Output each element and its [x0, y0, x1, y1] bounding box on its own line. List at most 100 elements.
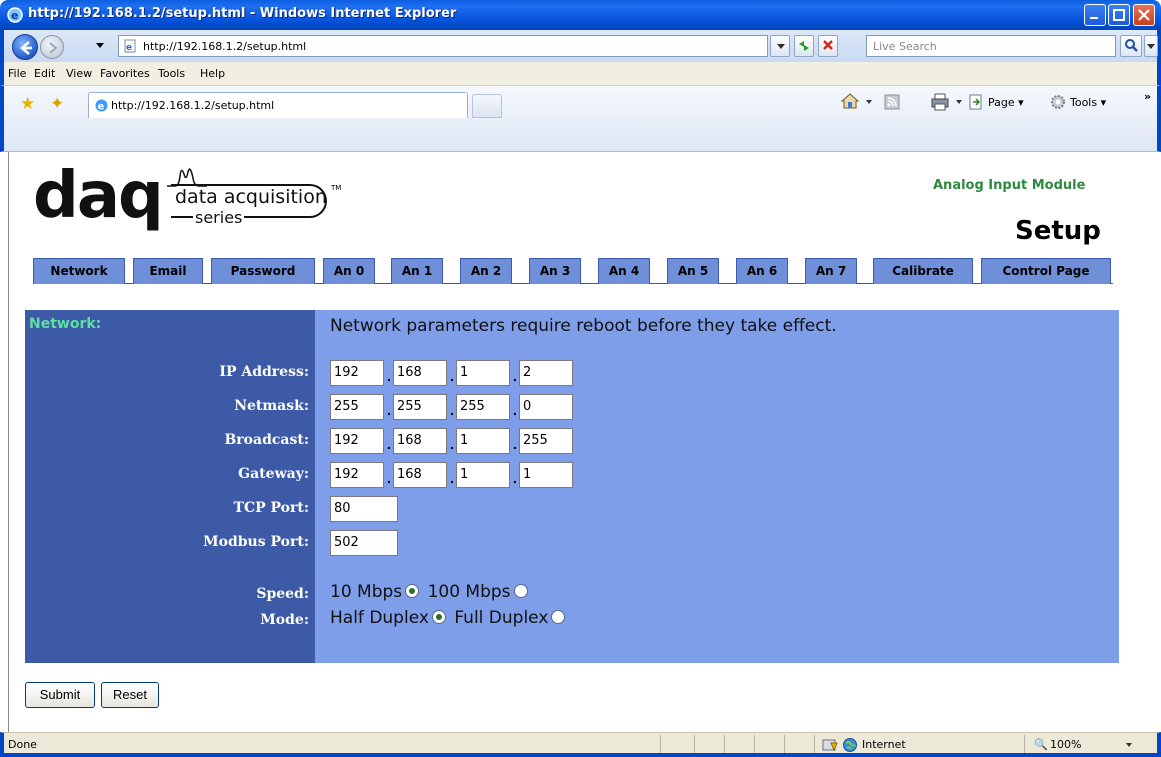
ie-icon: e	[7, 7, 23, 23]
speed-10-radio[interactable]	[405, 583, 420, 598]
netmask-octet-1[interactable]: 255	[330, 394, 384, 420]
url-dropdown-button[interactable]	[770, 35, 790, 57]
gateway-octet-2[interactable]: 168	[393, 462, 447, 488]
zoom-dropdown-icon[interactable]	[1126, 743, 1132, 747]
tab-an7[interactable]: An 7	[805, 258, 857, 284]
menu-help[interactable]: Help	[200, 67, 225, 80]
status-divider	[694, 735, 695, 753]
page-title: Setup	[1015, 216, 1101, 246]
tools-menu-button[interactable]: Tools ▾	[1070, 96, 1106, 109]
broadcast-octet-1[interactable]: 192	[330, 428, 384, 454]
browser-tab[interactable]: e http://192.168.1.2/setup.html	[88, 92, 468, 118]
add-favorite-icon[interactable]: ✦	[50, 94, 64, 114]
netmask-octet-3[interactable]: 255	[456, 394, 510, 420]
tab-network[interactable]: Network	[33, 258, 125, 284]
submit-button[interactable]: Submit	[25, 682, 95, 708]
ip-octet-1[interactable]: 192	[330, 360, 384, 386]
back-button[interactable]	[12, 34, 38, 60]
feeds-icon[interactable]	[884, 94, 900, 110]
ip-dot: .	[387, 368, 391, 384]
gateway-octet-1[interactable]: 192	[330, 462, 384, 488]
favorites-star-icon[interactable]: ★	[20, 94, 35, 114]
ip-octet-2[interactable]: 168	[393, 360, 447, 386]
broadcast-label: Broadcast:	[224, 432, 309, 448]
url-input[interactable]: e http://192.168.1.2/setup.html	[118, 35, 768, 57]
network-form-panel: Network: Network parameters require rebo…	[25, 310, 1119, 663]
tab-an4[interactable]: An 4	[598, 258, 650, 284]
zoom-level[interactable]: 100%	[1050, 738, 1081, 751]
gateway-label: Gateway:	[238, 466, 309, 482]
maximize-button[interactable]	[1108, 4, 1130, 26]
gateway-octet-4[interactable]: 1	[519, 462, 573, 488]
broadcast-octet-3[interactable]: 1	[456, 428, 510, 454]
tab-an1[interactable]: An 1	[391, 258, 443, 284]
back-arrow-icon	[20, 41, 32, 55]
broadcast-dot: .	[450, 436, 454, 452]
tab-password[interactable]: Password	[211, 258, 315, 284]
netmask-octet-2[interactable]: 255	[393, 394, 447, 420]
tab-control-page[interactable]: Control Page	[981, 258, 1111, 284]
search-input[interactable]: Live Search	[866, 35, 1116, 57]
tab-an2[interactable]: An 2	[460, 258, 512, 284]
section-title: Network:	[29, 316, 102, 332]
module-name: Analog Input Module	[933, 178, 1086, 193]
chevron-more-icon[interactable]: »	[1144, 90, 1151, 103]
page-menu-button[interactable]: Page ▾	[988, 96, 1024, 109]
search-icon	[1125, 39, 1138, 52]
window-title: http://192.168.1.2/setup.html - Windows …	[28, 6, 457, 21]
modbus-port-input[interactable]: 502	[330, 530, 398, 556]
netmask-octet-4[interactable]: 0	[519, 394, 573, 420]
stop-button[interactable]	[818, 35, 838, 57]
menu-view[interactable]: View	[66, 67, 92, 80]
nav-tabs: Network Email Password An 0 An 1 An 2 An…	[33, 258, 1113, 284]
netmask-label: Netmask:	[234, 398, 309, 414]
status-divider	[724, 735, 725, 753]
reset-button[interactable]: Reset	[101, 682, 159, 708]
search-placeholder: Live Search	[873, 40, 937, 53]
forward-arrow-icon	[49, 42, 58, 54]
mode-full-label: Full Duplex	[454, 608, 549, 628]
svg-text:e: e	[126, 43, 132, 53]
close-button[interactable]	[1133, 4, 1155, 26]
ip-octet-3[interactable]: 1	[456, 360, 510, 386]
menu-edit[interactable]: Edit	[34, 67, 55, 80]
tcp-port-input[interactable]: 80	[330, 496, 398, 522]
page-icon: e	[124, 39, 136, 53]
refresh-button[interactable]	[794, 35, 814, 57]
search-button[interactable]	[1120, 35, 1142, 57]
forward-button[interactable]	[40, 35, 64, 59]
tab-email[interactable]: Email	[133, 258, 203, 284]
tab-an0[interactable]: An 0	[323, 258, 375, 284]
logo-pill: data acquisition series	[171, 184, 327, 227]
ip-octet-4[interactable]: 2	[519, 360, 573, 386]
menu-favorites[interactable]: Favorites	[100, 67, 150, 80]
speed-100-radio[interactable]	[513, 583, 528, 598]
protected-mode-icon[interactable]	[822, 737, 838, 753]
history-dropdown-icon[interactable]	[96, 43, 104, 48]
home-dropdown-icon[interactable]	[866, 100, 872, 104]
broadcast-octet-4[interactable]: 255	[519, 428, 573, 454]
minimize-button[interactable]	[1084, 4, 1106, 26]
gateway-octet-3[interactable]: 1	[456, 462, 510, 488]
search-options-button[interactable]	[1144, 35, 1158, 57]
status-divider	[754, 735, 755, 753]
mode-full-radio[interactable]	[551, 609, 566, 624]
tab-an5[interactable]: An 5	[667, 258, 719, 284]
tab-calibrate[interactable]: Calibrate	[873, 258, 973, 284]
home-icon[interactable]	[840, 92, 860, 110]
gateway-dot: .	[513, 470, 517, 486]
speed-options: 10 Mbps 100 Mbps	[330, 582, 531, 602]
security-zone: Internet	[862, 738, 906, 751]
menu-tools[interactable]: Tools	[158, 67, 185, 80]
mode-half-radio[interactable]	[431, 609, 446, 624]
page-menu-icon	[969, 94, 982, 110]
tab-an6[interactable]: An 6	[736, 258, 788, 284]
print-icon[interactable]	[930, 93, 950, 111]
broadcast-octet-2[interactable]: 168	[393, 428, 447, 454]
print-dropdown-icon[interactable]	[956, 100, 962, 104]
gateway-dot: .	[387, 470, 391, 486]
menu-bar: File Edit View Favorites Tools Help	[0, 62, 1161, 86]
new-tab-button[interactable]	[472, 94, 502, 118]
menu-file[interactable]: File	[8, 67, 26, 80]
tab-an3[interactable]: An 3	[529, 258, 581, 284]
